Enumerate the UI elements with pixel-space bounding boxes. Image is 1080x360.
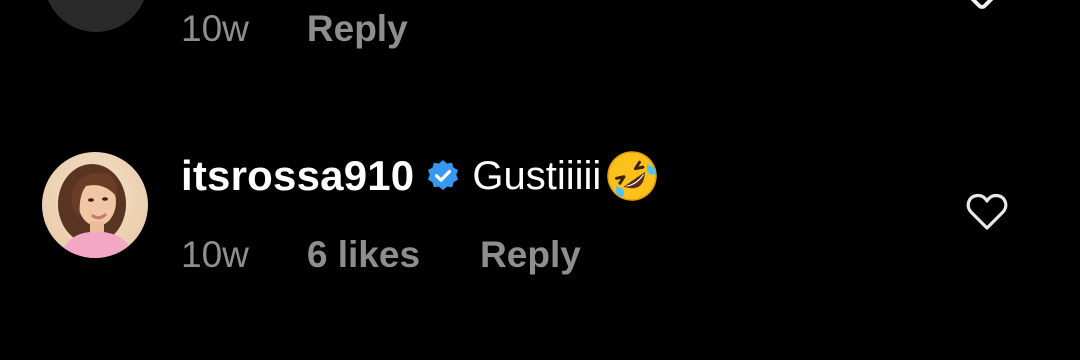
avatar[interactable] — [42, 152, 148, 258]
comment-likes-button[interactable]: 6 likes — [307, 234, 420, 276]
avatar-photo — [42, 152, 148, 258]
comment-meta: 10w 6 likes Reply — [181, 234, 581, 276]
previous-comment-time: 10w — [181, 8, 249, 49]
previous-comment-heart-icon[interactable] — [963, 0, 1001, 12]
verified-badge-icon — [426, 159, 460, 193]
comment-line: itsrossa910 Gustiiiii — [181, 148, 659, 204]
previous-comment-reply-button[interactable]: Reply — [307, 8, 408, 50]
rolling-on-floor-laughing-emoji-icon — [605, 149, 659, 203]
previous-comment-meta: 10w Reply — [181, 8, 408, 50]
previous-comment-avatar[interactable] — [44, 0, 148, 32]
comment-text: Gustiiiii — [472, 153, 602, 198]
comment-username[interactable]: itsrossa910 — [181, 152, 414, 200]
comment-time: 10w — [181, 234, 249, 275]
heart-outline-icon[interactable] — [965, 192, 1009, 232]
comment-reply-button[interactable]: Reply — [480, 234, 581, 276]
